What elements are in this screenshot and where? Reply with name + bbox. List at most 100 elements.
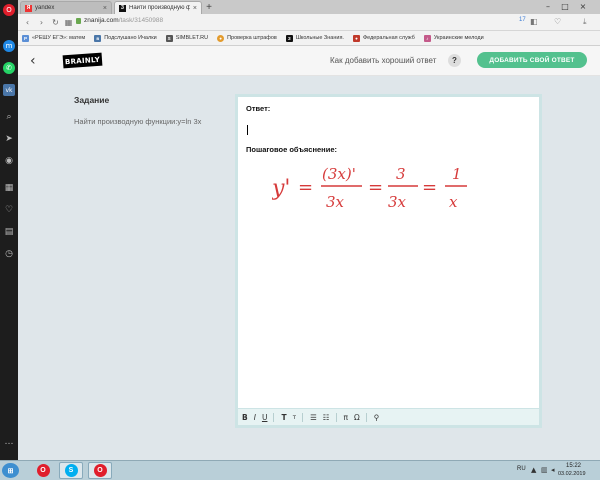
url-domain: znanija.com: [84, 17, 119, 24]
how-to-answer-link[interactable]: Как добавить хороший ответ: [330, 56, 436, 65]
bookmark-label: Проверка штрафов: [227, 35, 277, 41]
url-path: /task/31450988: [118, 17, 164, 24]
close-icon[interactable]: ×: [103, 5, 107, 12]
close-icon[interactable]: ×: [193, 5, 197, 12]
help-icon[interactable]: ?: [448, 54, 461, 67]
pi-symbol-button[interactable]: π: [344, 413, 349, 422]
windows-taskbar: ⊞ O S O RU ▲ ▥ ◂ 15:22 03.02.2019: [0, 460, 600, 480]
clock-date[interactable]: 03.02.2019: [558, 471, 586, 477]
back-arrow-icon[interactable]: ‹: [30, 53, 36, 69]
maximize-icon[interactable]: □: [559, 1, 571, 12]
site-header: ‹ BRAINLY Как добавить хороший ответ ? Д…: [18, 46, 600, 76]
vk-icon[interactable]: vk: [3, 84, 15, 96]
formula-step2-den: 3x: [388, 193, 407, 211]
tray-expand-icon[interactable]: ▲: [531, 466, 536, 474]
task-text: Найти производную функции:у=ln 3x: [74, 117, 202, 126]
history-icon[interactable]: ◷: [3, 248, 15, 260]
formula-step3-num: 1: [452, 165, 462, 183]
brainly-logo[interactable]: BRAINLY: [62, 52, 103, 69]
messenger-icon[interactable]: m: [3, 40, 15, 52]
send-icon[interactable]: ➤: [3, 133, 15, 145]
speed-dial-button-icon[interactable]: ▦: [63, 17, 74, 28]
editor-toolbar: B I U T т ☰ ☷ π Ω ⚲: [238, 408, 539, 425]
formula-step3-den: x: [449, 193, 458, 211]
opera-icon: O: [36, 464, 50, 477]
notification-count: 17: [519, 17, 526, 23]
bookmark-favicon-icon: ♪: [423, 34, 431, 42]
tab-title: yandex: [35, 5, 55, 11]
bookmark-favicon-icon: Р: [22, 34, 29, 42]
forward-icon[interactable]: ›: [36, 17, 47, 28]
sidebar-settings-icon[interactable]: …: [3, 436, 15, 448]
formula-lhs: y': [272, 176, 290, 201]
address-bar: ‹ › ↻ ▦ znanija.com/task/31450988 17 ◧ ♡…: [18, 14, 600, 31]
bookmark-item[interactable]: в Подслушано Ичалки: [94, 34, 157, 42]
news-icon[interactable]: ▤: [3, 226, 15, 238]
bookmark-item[interactable]: З Школьные Знания.: [285, 34, 344, 42]
bookmark-item[interactable]: S SIMBLET.RU: [165, 34, 209, 42]
bookmark-label: Федеральная служб: [362, 35, 415, 41]
heading-small-button[interactable]: т: [293, 414, 297, 421]
new-tab-button[interactable]: +: [203, 1, 215, 13]
url-field[interactable]: znanija.com/task/31450988: [84, 17, 163, 24]
browser-sidebar: O m ✆ vk ⌕ ➤ ◉ ▦ ♡ ▤ ◷ …: [0, 0, 18, 460]
explanation-label: Пошаговое объяснение:: [246, 145, 337, 154]
numbered-list-icon[interactable]: ☰: [310, 413, 317, 422]
bookmark-favicon-icon: ●: [352, 34, 360, 42]
bookmark-item[interactable]: ● Проверка штрафов: [217, 34, 277, 42]
bookmark-favicon-icon: ●: [217, 34, 225, 42]
tab-brainly[interactable]: З Найти производную функ ×: [114, 1, 202, 14]
download-icon[interactable]: ⤓: [583, 17, 587, 27]
italic-button[interactable]: I: [254, 413, 256, 422]
task-heading: Задание: [74, 95, 110, 105]
bookmark-label: Подслушано Ичалки: [104, 35, 157, 41]
bold-button[interactable]: B: [242, 413, 248, 422]
whatsapp-icon[interactable]: ✆: [3, 62, 15, 74]
answer-editor[interactable]: Ответ: Пошаговое объяснение: y' = (3x)' …: [235, 94, 542, 428]
attachment-icon[interactable]: ⚲: [374, 413, 380, 422]
opera-menu-icon[interactable]: O: [3, 4, 15, 16]
text-caret: [247, 125, 248, 135]
language-indicator[interactable]: RU: [517, 466, 526, 472]
yandex-icon: Я: [25, 4, 32, 12]
toolbar-divider: [365, 412, 367, 422]
answer-label: Ответ:: [246, 104, 271, 113]
speed-dial-icon[interactable]: ▦: [3, 182, 15, 194]
search-icon[interactable]: ⌕: [3, 111, 15, 123]
bookmark-item[interactable]: ♪ Украинские мелоди: [423, 34, 484, 42]
formula-step1-num: (3x)': [322, 165, 356, 183]
formula-eq: =: [368, 177, 383, 198]
snapshot-icon[interactable]: ◧: [530, 17, 538, 26]
tab-yandex[interactable]: Я yandex ×: [20, 1, 112, 14]
bookmark-item[interactable]: ● Федеральная служб: [352, 34, 415, 42]
omega-symbol-button[interactable]: Ω: [354, 413, 360, 422]
bookmark-label: SIMBLET.RU: [175, 35, 209, 41]
heading-large-button[interactable]: T: [281, 413, 286, 422]
skype-taskbar-icon[interactable]: S: [59, 462, 83, 479]
heart-icon[interactable]: ♡: [3, 204, 15, 216]
toolbar-divider: [302, 412, 304, 422]
bookmark-item[interactable]: Р «РЕШУ ЕГЭ»: матем: [22, 34, 85, 42]
opera-taskbar-icon[interactable]: O: [31, 462, 55, 479]
volume-icon[interactable]: ◂: [551, 466, 555, 474]
bookmark-label: Школьные Знания.: [295, 35, 344, 41]
start-button[interactable]: ⊞: [2, 463, 19, 478]
underline-button[interactable]: U: [262, 413, 268, 422]
formula-step1-den: 3x: [326, 193, 345, 211]
vk-bookmark-icon: в: [94, 34, 102, 42]
add-answer-button[interactable]: ДОБАВИТЬ СВОЙ ОТВЕТ: [477, 52, 587, 68]
network-icon[interactable]: ▥: [541, 466, 548, 474]
minimize-icon[interactable]: –: [542, 1, 554, 12]
back-icon[interactable]: ‹: [22, 17, 33, 28]
toolbar-divider: [335, 412, 337, 422]
bookmarks-bar: Р «РЕШУ ЕГЭ»: матем в Подслушано Ичалки SS…: [18, 31, 600, 46]
bulleted-list-icon[interactable]: ☷: [323, 413, 330, 422]
window-close-icon[interactable]: ×: [577, 1, 589, 12]
camera-icon[interactable]: ◉: [3, 155, 15, 167]
bookmark-heart-icon[interactable]: ♡: [554, 17, 561, 26]
reload-icon[interactable]: ↻: [50, 17, 61, 28]
clock-time[interactable]: 15:22: [566, 463, 581, 469]
bookmark-favicon-icon: S: [165, 34, 173, 42]
handwritten-formula-image: y' = (3x)' 3x = 3 3x = 1 x: [272, 165, 467, 211]
opera-taskbar-icon-2[interactable]: O: [88, 462, 112, 479]
